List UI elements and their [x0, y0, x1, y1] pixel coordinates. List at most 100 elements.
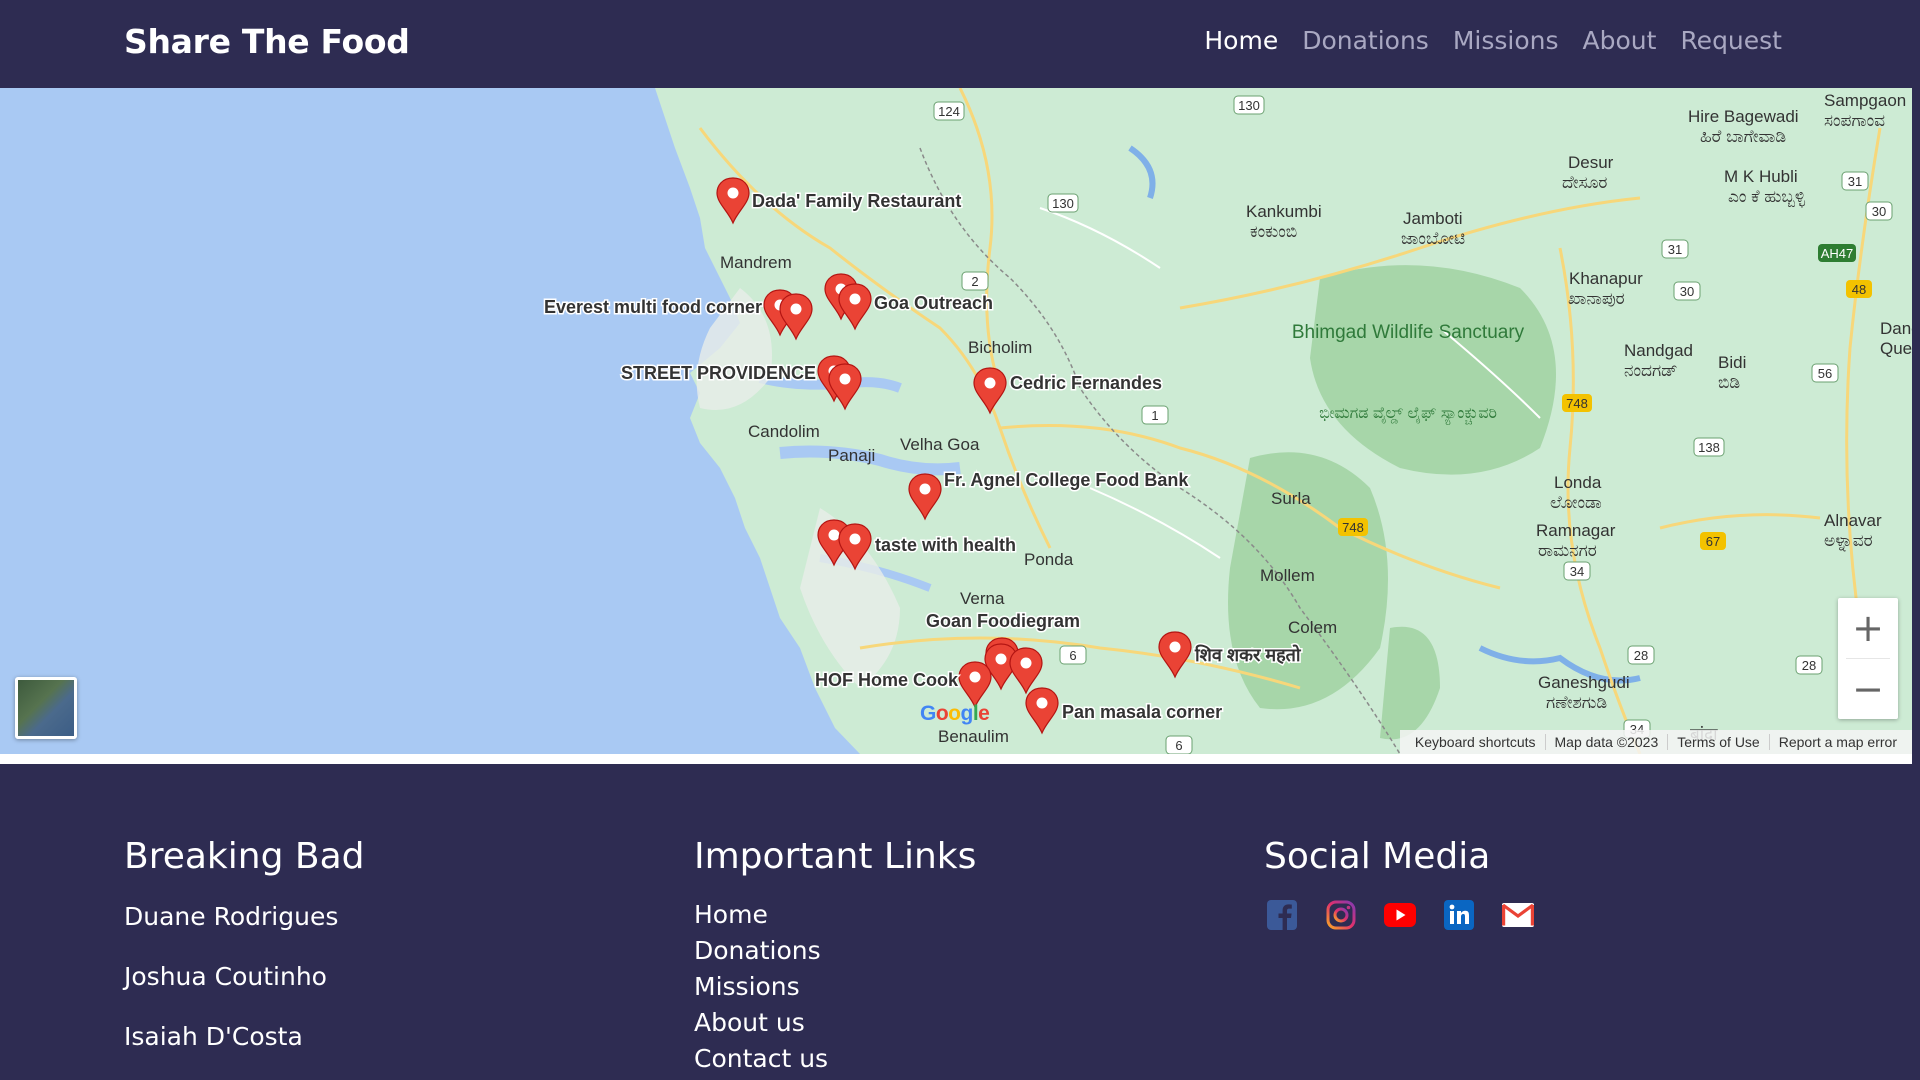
map-bottom-border: [0, 754, 1912, 764]
svg-text:6: 6: [1175, 738, 1182, 753]
road-shield: 30: [1865, 201, 1893, 221]
svg-text:31: 31: [1848, 174, 1862, 189]
road-shield: AH47: [1818, 244, 1856, 262]
google-logo: Google: [920, 702, 990, 725]
nav-missions[interactable]: Missions: [1453, 26, 1559, 55]
svg-text:31: 31: [1668, 242, 1682, 257]
youtube-icon[interactable]: [1382, 897, 1418, 933]
place-label: Desur: [1568, 153, 1614, 172]
keyboard-shortcuts-link[interactable]: Keyboard shortcuts: [1406, 734, 1545, 750]
place-label: ಜಾಂಬೋಟಿ: [1401, 229, 1465, 248]
place-label: Mollem: [1260, 566, 1315, 585]
terms-of-use-link[interactable]: Terms of Use: [1667, 734, 1768, 750]
zoom-out-button[interactable]: −: [1838, 659, 1898, 719]
donations-map[interactable]: Mandrem Bicholim Candolim Panaji Velha G…: [0, 88, 1912, 754]
marker-label[interactable]: Dada' Family Restaurant: [751, 190, 963, 213]
place-label: ಕಂಕುಂಬಿ: [1250, 222, 1297, 241]
place-label: Dandeli: [1880, 319, 1912, 338]
road-shield: 31: [1841, 171, 1869, 191]
place-label: Khanapur: [1569, 269, 1643, 288]
footer: Breaking Bad Duane Rodrigues Joshua Cout…: [0, 764, 1920, 1080]
place-label: Nandgad: [1624, 341, 1693, 360]
map-canvas[interactable]: Mandrem Bicholim Candolim Panaji Velha G…: [0, 88, 1912, 754]
road-shield: 130: [1233, 95, 1265, 115]
place-label: ಎಂ ಕೆ ಹುಬ್ಬಳ್ಳಿ: [1728, 187, 1806, 207]
social-media-section: Social Media: [1264, 836, 1536, 933]
place-label: Bicholim: [968, 338, 1032, 357]
footer-link-missions[interactable]: Missions: [694, 969, 976, 1005]
place-label: ದೇಸೂರ: [1562, 173, 1607, 192]
road-shield: 130: [1047, 193, 1079, 213]
place-label: Alnavar: [1824, 511, 1882, 530]
svg-text:30: 30: [1872, 204, 1886, 219]
svg-text:AH47: AH47: [1821, 246, 1854, 261]
brand-logo[interactable]: Share The Food: [124, 22, 410, 61]
place-label: Benaulim: [938, 727, 1009, 746]
marker-label[interactable]: Goa Outreach: [873, 292, 995, 315]
svg-text:28: 28: [1634, 648, 1648, 663]
marker-label[interactable]: STREET PROVIDENCE: [619, 362, 817, 385]
svg-text:130: 130: [1052, 196, 1074, 211]
place-label: ಲೋಂಡಾ: [1550, 493, 1602, 512]
place-label: Ganeshgudi: [1538, 673, 1630, 692]
marker-label[interactable]: Fr. Agnel College Food Bank: [943, 469, 1191, 492]
team-heading: Breaking Bad: [124, 836, 365, 877]
svg-text:130: 130: [1238, 98, 1260, 113]
nav-donations[interactable]: Donations: [1302, 26, 1429, 55]
nav-about[interactable]: About: [1583, 26, 1657, 55]
place-label: M K Hubli: [1724, 167, 1798, 186]
instagram-icon[interactable]: [1323, 897, 1359, 933]
footer-link-home[interactable]: Home: [694, 897, 976, 933]
marker-label[interactable]: Everest multi food corner: [542, 296, 763, 319]
svg-text:67: 67: [1706, 534, 1720, 549]
satellite-view-toggle[interactable]: [15, 677, 77, 739]
zoom-control: + −: [1838, 598, 1898, 719]
marker-label[interactable]: Pan masala corner: [1061, 701, 1224, 724]
road-shield: 56: [1811, 363, 1839, 383]
map-data-label: Map data ©2023: [1544, 734, 1668, 750]
gmail-icon[interactable]: [1500, 897, 1536, 933]
map-attribution: Keyboard shortcuts Map data ©2023 Terms …: [1399, 730, 1912, 754]
place-label: ಅಳ್ನಾವರ: [1824, 531, 1873, 552]
footer-link-about[interactable]: About us: [694, 1005, 976, 1041]
svg-text:6: 6: [1069, 648, 1076, 663]
svg-text:34: 34: [1570, 564, 1584, 579]
report-map-error-link[interactable]: Report a map error: [1768, 734, 1906, 750]
place-label: ಸಂಪಗಾಂವ: [1824, 111, 1885, 130]
place-label: Kankumbi: [1246, 202, 1322, 221]
facebook-icon[interactable]: [1264, 897, 1300, 933]
place-label: Hire Bagewadi: [1688, 107, 1799, 126]
place-label: ಹಿರೆ ಬಾಗೇವಾಡಿ: [1700, 127, 1786, 146]
place-label: Jamboti: [1403, 209, 1463, 228]
road-shield: 2: [961, 271, 989, 291]
nav-home[interactable]: Home: [1204, 26, 1278, 55]
place-label: ಬಿಡಿ: [1718, 373, 1740, 392]
team-member: Isaiah D'Costa: [124, 1022, 303, 1051]
nav-request[interactable]: Request: [1680, 26, 1782, 55]
road-shield: 6: [1059, 645, 1087, 665]
social-icons: [1264, 897, 1536, 933]
footer-link-donations[interactable]: Donations: [694, 933, 976, 969]
linkedin-icon[interactable]: [1441, 897, 1477, 933]
marker-label[interactable]: taste with health: [874, 534, 1018, 557]
svg-text:138: 138: [1698, 440, 1720, 455]
footer-link-contact[interactable]: Contact us: [694, 1041, 976, 1077]
svg-text:28: 28: [1802, 658, 1816, 673]
road-shield: 48: [1846, 280, 1872, 298]
place-label: Surla: [1271, 489, 1311, 508]
marker-label[interactable]: Cedric Fernandes: [1009, 372, 1164, 395]
marker-label[interactable]: शिव शकर महतो: [1193, 643, 1304, 667]
place-label: Ponda: [1024, 550, 1074, 569]
team-member: Duane Rodrigues: [124, 902, 339, 931]
road-shield: 748: [1338, 518, 1368, 536]
place-label: Verna: [960, 589, 1005, 608]
road-shield: 124: [933, 101, 965, 121]
marker-label[interactable]: HOF Home Cook: [813, 669, 960, 692]
links-heading: Important Links: [694, 836, 977, 877]
road-shield: 6: [1165, 735, 1193, 754]
zoom-in-button[interactable]: +: [1838, 598, 1898, 658]
place-label: Sampgaon: [1824, 91, 1906, 110]
marker-label[interactable]: Goan Foodiegram: [925, 610, 1082, 633]
place-label: ನಂದಗಡ್: [1624, 361, 1678, 380]
main-nav: Home Donations Missions About Request: [1204, 26, 1782, 55]
